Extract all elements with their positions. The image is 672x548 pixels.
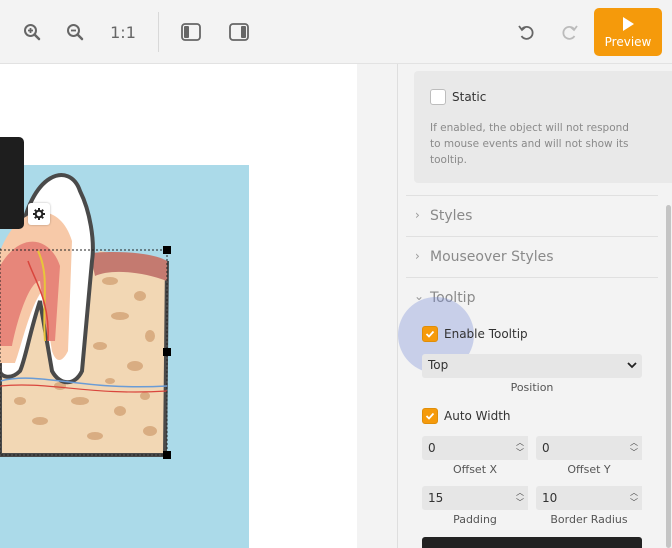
zoom-in-icon[interactable] xyxy=(20,20,44,44)
check-icon xyxy=(425,330,435,338)
padding-input[interactable]: 15 ︿ ﹀ xyxy=(422,486,528,510)
offset-y-input[interactable]: 0 ︿ ﹀ xyxy=(536,436,642,460)
chevron-right-icon: › xyxy=(415,249,420,263)
section-styles-title: Styles xyxy=(430,208,473,224)
gear-icon xyxy=(33,208,45,220)
chevron-down-icon[interactable]: ﹀ xyxy=(516,498,524,508)
auto-width-label: Auto Width xyxy=(444,409,511,423)
chevron-down-icon xyxy=(627,362,637,369)
chevron-down-icon[interactable]: ﹀ xyxy=(630,448,638,458)
offset-y-value: 0 xyxy=(542,441,550,455)
preview-button[interactable]: Preview xyxy=(594,8,662,56)
redo-icon[interactable] xyxy=(558,20,582,44)
zoom-reset-label: 1:1 xyxy=(110,22,136,42)
preview-label: Preview xyxy=(604,34,652,49)
border-radius-stepper[interactable]: ︿ ﹀ xyxy=(626,486,642,510)
static-label: Static xyxy=(452,90,487,104)
padding-caption: Padding xyxy=(453,513,497,526)
position-select[interactable]: Top xyxy=(422,354,642,378)
toolbar-divider xyxy=(158,12,159,52)
padding-stepper[interactable]: ︿ ﹀ xyxy=(512,486,528,510)
chevron-up-icon[interactable]: ︿ xyxy=(516,488,524,498)
chevron-up-icon[interactable]: ︿ xyxy=(516,438,524,448)
auto-width-checkbox[interactable] xyxy=(422,408,438,424)
static-help-text: If enabled, the object will not respond … xyxy=(430,122,629,166)
chevron-up-icon[interactable]: ︿ xyxy=(630,438,638,448)
chevron-up-icon[interactable]: ︿ xyxy=(630,488,638,498)
offset-y-stepper[interactable]: ︿ ﹀ xyxy=(626,436,642,460)
position-select-value: Top xyxy=(428,358,449,372)
editor-window: 1:1 Preview Static If enabled, the objec… xyxy=(0,0,672,548)
zoom-out-icon[interactable] xyxy=(63,20,87,44)
section-styles[interactable]: › Styles xyxy=(406,195,658,236)
chevron-right-icon: › xyxy=(415,208,420,222)
static-checkbox[interactable] xyxy=(430,89,446,105)
offset-y-caption: Offset Y xyxy=(567,463,611,476)
panel-right-icon[interactable] xyxy=(226,20,252,44)
position-caption: Position xyxy=(510,381,554,394)
panel-scrollbar[interactable] xyxy=(666,205,671,548)
offset-x-input[interactable]: 0 ︿ ﹀ xyxy=(422,436,528,460)
tooth-illustration[interactable] xyxy=(0,101,249,484)
enable-tooltip-checkbox[interactable] xyxy=(422,326,438,342)
offset-x-value: 0 xyxy=(428,441,436,455)
object-settings-button[interactable] xyxy=(28,203,50,225)
zoom-reset-button[interactable]: 1:1 xyxy=(106,20,140,44)
padding-value: 15 xyxy=(428,491,444,505)
tooltip-color-swatch[interactable] xyxy=(422,537,642,548)
section-mouseover-styles[interactable]: › Mouseover Styles xyxy=(406,236,658,277)
panel-left-icon[interactable] xyxy=(178,20,204,44)
offset-x-stepper[interactable]: ︿ ﹀ xyxy=(512,436,528,460)
chevron-down-icon[interactable]: ﹀ xyxy=(630,498,638,508)
border-radius-caption: Border Radius xyxy=(550,513,628,526)
border-radius-value: 10 xyxy=(542,491,558,505)
section-mouseover-title: Mouseover Styles xyxy=(430,249,554,265)
check-icon xyxy=(425,412,435,420)
play-icon xyxy=(623,16,634,31)
enable-tooltip-label: Enable Tooltip xyxy=(444,327,528,341)
undo-icon[interactable] xyxy=(514,20,538,44)
offset-x-caption: Offset X xyxy=(452,463,498,476)
chevron-down-icon[interactable]: ﹀ xyxy=(516,448,524,458)
border-radius-input[interactable]: 10 ︿ ﹀ xyxy=(536,486,642,510)
toolbar: 1:1 Preview xyxy=(0,0,672,64)
